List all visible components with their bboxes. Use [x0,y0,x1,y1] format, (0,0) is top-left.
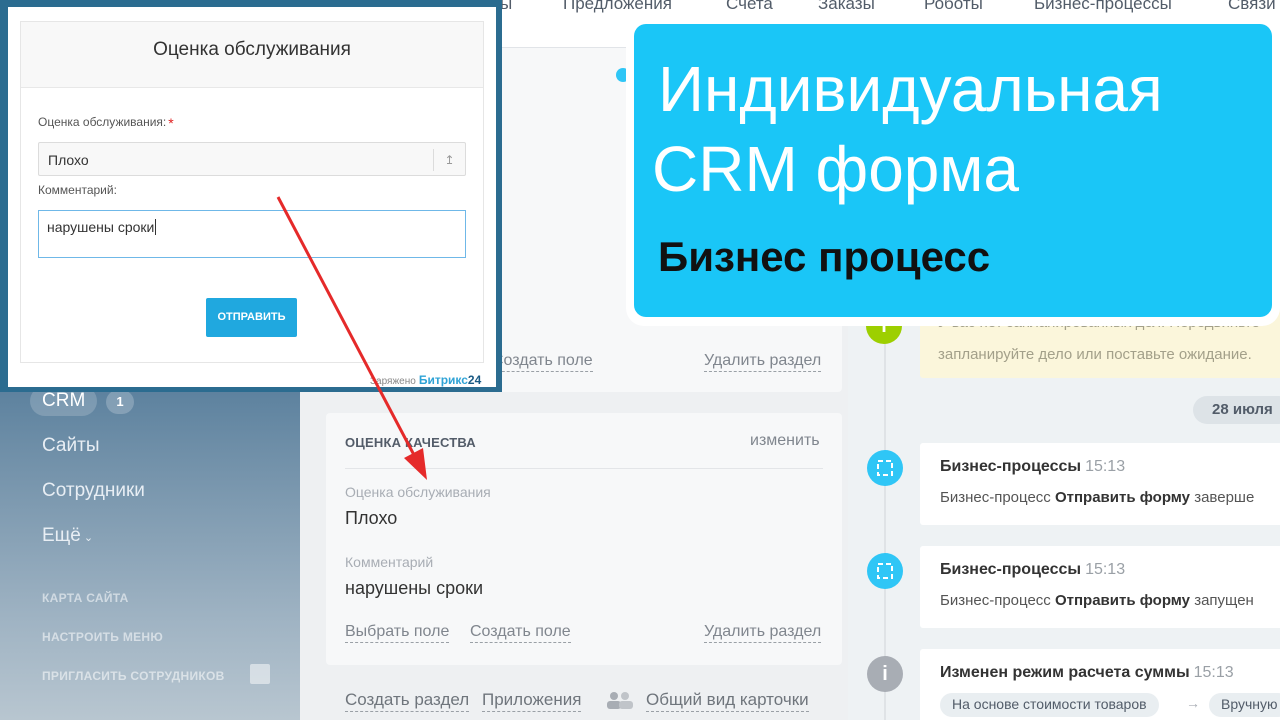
section-divider [345,468,823,469]
entry-text: Бизнес-процесс Отправить форму запущен [940,592,1254,609]
rating-select-value: Плохо [48,152,89,168]
sidebar-invite-link[interactable]: ПРИГЛАСИТЬ СОТРУДНИКОВ [42,669,225,683]
card-section-quality: ОЦЕНКА КАЧЕСТВА изменить Оценка обслужив… [326,413,842,665]
arrow-right-icon: → [1186,695,1200,711]
refresh-icon [867,553,903,589]
submit-button[interactable]: ОТПРАВИТЬ [206,298,297,337]
nav-item-robots[interactable]: Роботы [924,0,983,14]
crm-form: Оценка обслуживания Оценка обслуживания:… [20,21,484,363]
rating-label: Оценка обслуживания: * [38,115,174,131]
edit-section-link[interactable]: изменить [750,432,820,450]
field-value-rating: Плохо [345,508,398,528]
banner-title-line-1: Индивидуальная [658,53,1163,125]
create-field-link-top[interactable]: Создать поле [492,352,593,372]
text-caret [155,219,157,235]
sidebar-item-sites[interactable]: Сайты [42,435,99,457]
banner-title-line-2: CRM форма [652,133,1019,205]
entry-title: Бизнес-процессы 15:13 [940,561,1125,579]
nav-item-business-processes[interactable]: Бизнес-процессы [1034,0,1172,14]
comment-field-text: нарушены сроки [47,219,155,235]
comment-field-value: нарушены сроки [47,219,157,235]
printer-icon[interactable] [250,664,270,684]
refresh-icon [867,450,903,486]
rating-label-text: Оценка обслуживания: [38,115,167,129]
field-value-comment: нарушены сроки [345,578,484,598]
bitrix-logo[interactable]: Битрикс24 [419,373,481,387]
entry-title: Бизнес-процессы 15:13 [940,458,1125,476]
old-value-chip: На основе стоимости товаров [940,693,1159,717]
nav-item-orders[interactable]: Заказы [818,0,875,14]
sidebar-sitemap-link[interactable]: КАРТА САЙТА [42,591,129,605]
new-value-chip: Вручную [1209,693,1280,717]
entry-title: Изменен режим расчета суммы 15:13 [940,664,1234,682]
crm-counter-badge: 1 [106,390,134,414]
nav-item-invoices[interactable]: Счета [726,0,773,14]
entry-time: 15:13 [1085,561,1126,578]
sort-arrows-icon: ↥ [433,149,465,171]
nav-item-links[interactable]: Связи [1228,0,1276,14]
brand-number: 24 [467,373,482,387]
brand-name: Битрикс [418,373,468,387]
timeline-entry[interactable]: Бизнес-процессы 15:13 Бизнес-процесс Отпр… [920,443,1280,525]
sidebar-item-more-label: Ещё [42,525,81,546]
entry-title-text: Изменен режим расчета суммы [940,664,1190,681]
title-banner: Индивидуальная CRM форма Бизнес процесс [626,15,1280,326]
required-mark: * [168,115,174,131]
entry-text-prefix: Бизнес-процесс [940,489,1051,506]
delete-section-link-top[interactable]: Удалить раздел [704,352,822,372]
crm-form-modal: Оценка обслуживания Оценка обслуживания:… [0,0,502,392]
applications-link[interactable]: Приложения [482,690,582,712]
field-label-rating: Оценка обслуживания [345,484,491,500]
create-section-link[interactable]: Создать раздел [345,690,470,712]
general-card-view-link[interactable]: Общий вид карточки [646,690,809,712]
delete-section-link[interactable]: Удалить раздел [704,623,822,643]
sidebar-setup-menu-link[interactable]: НАСТРОИТЬ МЕНЮ [42,630,163,644]
create-field-link[interactable]: Создать поле [470,623,571,643]
entry-title-text: Бизнес-процессы [940,561,1082,578]
entry-text: Бизнес-процесс Отправить форму заверше [940,489,1254,506]
rating-select[interactable]: Плохо ↥ [38,142,466,176]
entry-text-prefix: Бизнес-процесс [940,592,1051,609]
banner-subtitle: Бизнес процесс [658,233,991,280]
entry-text-suffix: заверше [1194,489,1255,506]
form-title: Оценка обслуживания [153,39,351,60]
form-header: Оценка обслуживания [21,22,483,88]
nav-item-proposals[interactable]: Предложения [563,0,672,14]
info-icon: i [867,656,903,692]
crm-form-window: Оценка обслуживания Оценка обслуживания:… [8,7,496,387]
people-icon [607,692,633,709]
select-field-link[interactable]: Выбрать поле [345,623,450,643]
section-title: ОЦЕНКА КАЧЕСТВА [345,435,476,450]
entry-title-text: Бизнес-процессы [940,458,1082,475]
timeline-entry[interactable]: Бизнес-процессы 15:13 Бизнес-процесс Отпр… [920,546,1280,628]
powered-by: Заряжено Битрикс24 [370,373,481,387]
timeline-date-badge: 28 июля [1193,396,1280,424]
entry-time: 15:13 [1085,458,1126,475]
sidebar-item-employees[interactable]: Сотрудники [42,480,145,502]
chevron-down-icon: ⌄ [83,532,94,544]
entry-process-name[interactable]: Отправить форму [1055,592,1190,609]
comment-label: Комментарий: [38,183,117,197]
timeline-entry[interactable]: Изменен режим расчета суммы 15:13 На осно… [920,649,1280,720]
entry-process-name[interactable]: Отправить форму [1055,489,1190,506]
sidebar-item-more[interactable]: Ещё ⌄ [42,525,93,547]
powered-prefix: Заряжено [370,376,416,387]
entry-text-suffix: запущен [1194,592,1254,609]
banner-panel: Индивидуальная CRM форма Бизнес процесс [634,24,1272,317]
entry-time: 15:13 [1193,664,1234,681]
field-label-comment: Комментарий [345,554,434,570]
comment-field[interactable]: нарушены сроки [38,210,466,258]
note-line-2: запланируйте дело или поставьте ожидание… [938,346,1252,363]
